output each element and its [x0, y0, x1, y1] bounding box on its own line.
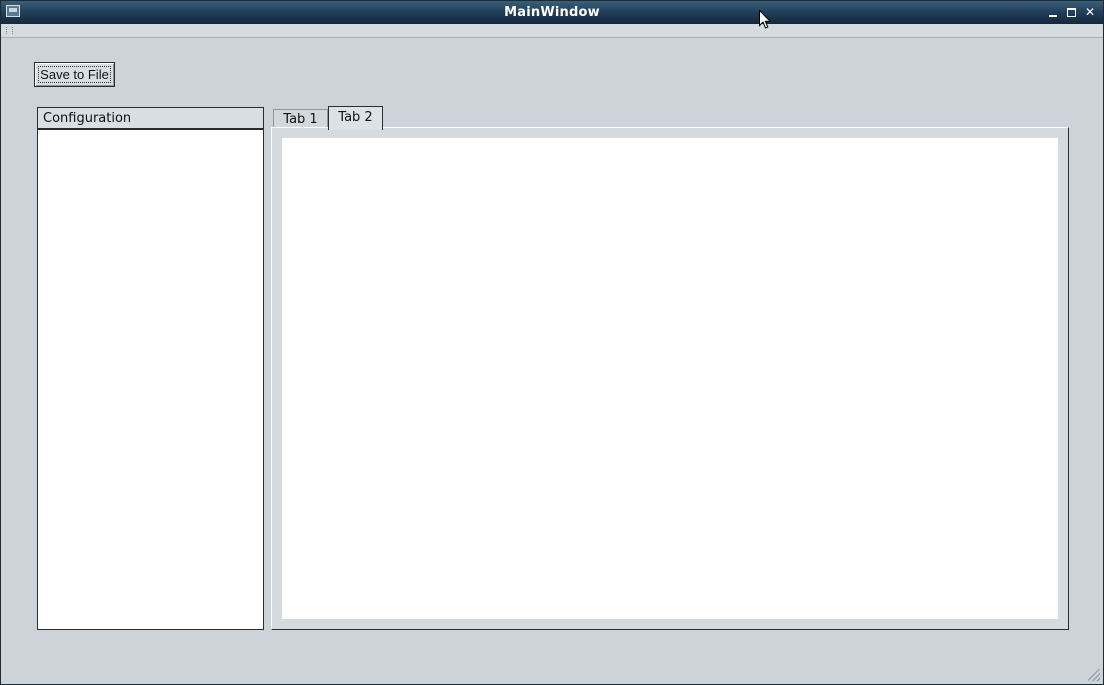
tree-column-header[interactable]: Configuration: [38, 108, 263, 130]
tab-2-content-area[interactable]: [282, 138, 1058, 619]
tab-pane: [271, 127, 1069, 630]
mouse-pointer-icon: [759, 10, 771, 29]
tab-widget: Tab 1 Tab 2: [271, 105, 1069, 630]
configuration-tree[interactable]: Configuration: [37, 107, 264, 630]
tab-2[interactable]: Tab 2: [328, 106, 383, 130]
maximize-icon[interactable]: [1064, 5, 1078, 19]
save-to-file-label: Save to File: [38, 65, 111, 83]
tab-1[interactable]: Tab 1: [273, 109, 328, 129]
menu-bar: [1, 24, 1103, 38]
save-to-file-button[interactable]: Save to File: [34, 62, 115, 87]
minimize-icon[interactable]: [1046, 5, 1060, 19]
title-bar[interactable]: MainWindow ✕: [1, 1, 1103, 24]
resize-grip-icon[interactable]: [1088, 669, 1100, 681]
close-icon[interactable]: ✕: [1083, 5, 1097, 19]
main-window: MainWindow ✕ Save to File Configuration …: [0, 0, 1104, 685]
window-title: MainWindow: [504, 5, 600, 20]
toolbar-grip-icon[interactable]: [6, 27, 13, 34]
